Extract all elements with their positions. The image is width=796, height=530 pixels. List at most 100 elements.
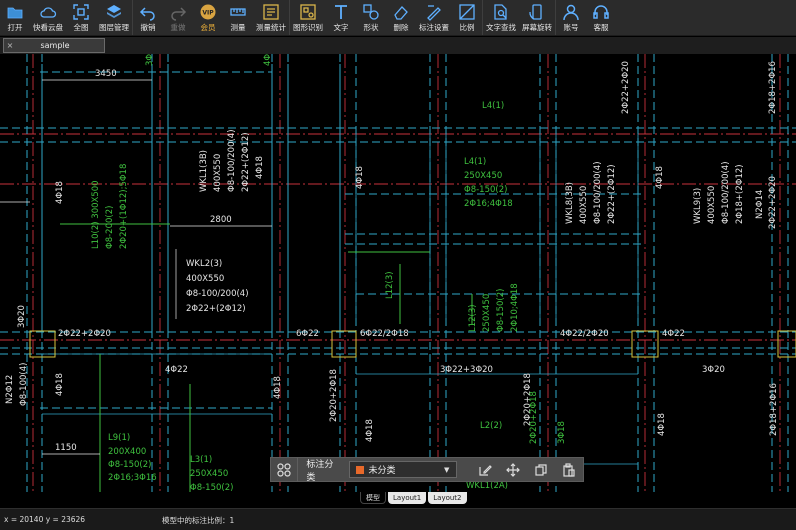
drawing-label-wkl1-2a: WKL1(2A) [466, 481, 508, 491]
account-button[interactable]: 账号 [556, 0, 586, 35]
tab-model[interactable]: 模型 [360, 492, 386, 504]
close-tab-icon[interactable]: × [4, 41, 16, 50]
annotation-settings-label: 标注设置 [419, 23, 449, 32]
cad-drawing: 3450 2800 1150 WKL2(3) 400X550 Φ8-100/200(4) 2… [0, 54, 796, 492]
tab-layout2[interactable]: Layout2 [428, 492, 467, 504]
drawing-label-l12-1: L12(3) [385, 271, 395, 299]
measure-label: 测量 [230, 23, 246, 32]
undo-icon [139, 3, 157, 21]
open-label: 打开 [7, 23, 23, 32]
undo-button[interactable]: 撤销 [133, 0, 163, 35]
drawing-label-bot-7: 3Φ22+3Φ20 [440, 365, 493, 375]
eraser-icon [392, 3, 410, 21]
drawing-label-l9-4: 2Φ16;3Φ16 [108, 473, 157, 483]
drawing-label-bot-6: 4Φ22 [165, 365, 188, 375]
vip-button[interactable]: VIP 会员 [193, 0, 223, 35]
drawing-label-wkl9-1: WKL9(3) [693, 188, 703, 224]
drawing-label-wkl8-2: 400X550 [579, 186, 589, 224]
tab-layout1[interactable]: Layout1 [388, 492, 427, 504]
vip-label: 会员 [200, 23, 216, 32]
drawing-label-v-4f18-a: 4Φ18 [55, 181, 65, 204]
drawing-label-wkl1-1: WKL1(3B) [199, 150, 209, 192]
drawing-label-left-side3: 3Φ20 [17, 305, 27, 328]
fullview-button[interactable]: 全图 [66, 0, 96, 35]
toolbar-group-1: 打开 快看云盘 全图 图层管理 [0, 0, 133, 35]
layers-button[interactable]: 图层管理 [96, 0, 132, 35]
column-outline [331, 330, 357, 358]
open-button[interactable]: 打开 [0, 0, 30, 35]
drawing-label-l4-4: 2Φ16;4Φ18 [464, 199, 513, 209]
measure-stats-label: 测量统计 [256, 23, 286, 32]
move-icon[interactable] [499, 460, 527, 480]
shape-recognition-label: 图形识别 [293, 23, 323, 32]
drawing-label-l3-1: L3(1) [190, 455, 212, 465]
drawing-label-top-r1: 2Φ22+2Φ20 [621, 61, 631, 114]
support-button[interactable]: 客服 [586, 0, 616, 35]
shape-icon [362, 3, 380, 21]
layers-icon [105, 3, 123, 21]
drawing-label-l4-2: 250X450 [464, 171, 502, 181]
ratio-button[interactable]: 比例 [452, 0, 482, 35]
file-tab-row: × sample [0, 37, 796, 54]
toolbar-group-5: 账号 客服 [556, 0, 616, 35]
drawing-canvas[interactable]: 3450 2800 1150 WKL2(3) 400X550 Φ8-100/200(4) 2… [0, 54, 796, 492]
cloud-label: 快看云盘 [33, 23, 63, 32]
drawing-label-l12b-1: L12(3) [468, 304, 478, 332]
drawing-label-wkl9-5: N2Φ14 [755, 190, 765, 219]
drawing-label-v-4f18-f: 4Φ18 [273, 376, 283, 399]
drawing-label-l9-2: 200X400 [108, 447, 146, 457]
text-search-label: 文字查找 [486, 23, 516, 32]
drawing-label-l4-3: Φ8-150(2) [464, 185, 507, 195]
drawing-label-l10-2: Φ8-200(2) [105, 206, 115, 249]
text-label: 文字 [333, 23, 349, 32]
toolbar-group-2: 撤销 重做 VIP 会员 测量 测量统计 [133, 0, 290, 35]
rotate-screen-icon [528, 3, 546, 21]
annotation-settings-button[interactable]: 标注设置 [416, 0, 452, 35]
annotation-category-select[interactable]: 未分类 ▼ [349, 461, 457, 478]
drawing-label-v-4f18-c: 4Φ18 [355, 166, 365, 189]
measure-button[interactable]: 测量 [223, 0, 253, 35]
drawing-label-wkl1-2: 400X550 [213, 154, 223, 192]
shape-label: 形状 [363, 23, 379, 32]
category-color-swatch [356, 465, 365, 474]
delete-button[interactable]: 删除 [386, 0, 416, 35]
drawing-label-wkl9-3: Φ8-100/200(4) [721, 161, 731, 224]
layers-label: 图层管理 [99, 23, 129, 32]
drawing-label-dim-2800: 2800 [210, 215, 232, 225]
edit-annotation-icon[interactable] [471, 460, 499, 480]
drawing-label-bot-2: 6Φ22 [296, 329, 319, 339]
measure-stats-button[interactable]: 测量统计 [253, 0, 289, 35]
grid-menu-icon[interactable] [271, 457, 299, 482]
drawing-label-wkl2-2: 400X550 [186, 274, 224, 284]
drawing-label-wkl1-3: Φ8-100/200(4) [227, 129, 237, 192]
text-button[interactable]: 文字 [326, 0, 356, 35]
drawing-label-dim-3450: 3450 [95, 69, 117, 79]
file-tab-sample[interactable]: × sample [3, 38, 105, 53]
drawing-label-mid-low: 2Φ20+2Φ18 [329, 369, 339, 422]
copy-icon[interactable] [527, 460, 555, 480]
stats-icon [262, 3, 280, 21]
drawing-label-v-4f18-d: 4Φ18 [655, 166, 665, 189]
layout-tabs: 模型 Layout1 Layout2 [360, 492, 469, 504]
shape-recognition-button[interactable]: 图形识别 [290, 0, 326, 35]
rotate-screen-button[interactable]: 屏幕旋转 [519, 0, 555, 35]
text-search-button[interactable]: 文字查找 [483, 0, 519, 35]
drawing-label-dim-1150: 1150 [55, 443, 77, 453]
column-outline [777, 330, 796, 358]
drawing-label-top-g2: 4Φ20 [263, 54, 273, 66]
drawing-label-l3-2: 250X450 [190, 469, 228, 479]
drawing-label-wkl8-1: WKL8(3B) [565, 182, 575, 224]
paste-icon[interactable] [555, 460, 583, 480]
drawing-label-wkl1-4: 2Φ22+(2Φ12) [241, 132, 251, 192]
account-label: 账号 [563, 23, 579, 32]
fullview-label: 全图 [73, 23, 89, 32]
shape-button[interactable]: 形状 [356, 0, 386, 35]
ruler-icon [229, 3, 247, 21]
drawing-label-v-4f18-e: 4Φ18 [55, 373, 65, 396]
delete-label: 删除 [393, 23, 409, 32]
cloud-button[interactable]: 快看云盘 [30, 0, 66, 35]
drawing-label-wkl9-4: 2Φ18+(2Φ12) [735, 164, 745, 224]
annotation-scale-text: 模型中的标注比例：1 [162, 516, 235, 525]
category-selected-value: 未分类 [368, 466, 396, 476]
main-toolbar: 打开 快看云盘 全图 图层管理 撤销 重做 VIP 会员 测量 测量统计 图形识别 文字 形状 删除 标注设… [0, 0, 796, 36]
